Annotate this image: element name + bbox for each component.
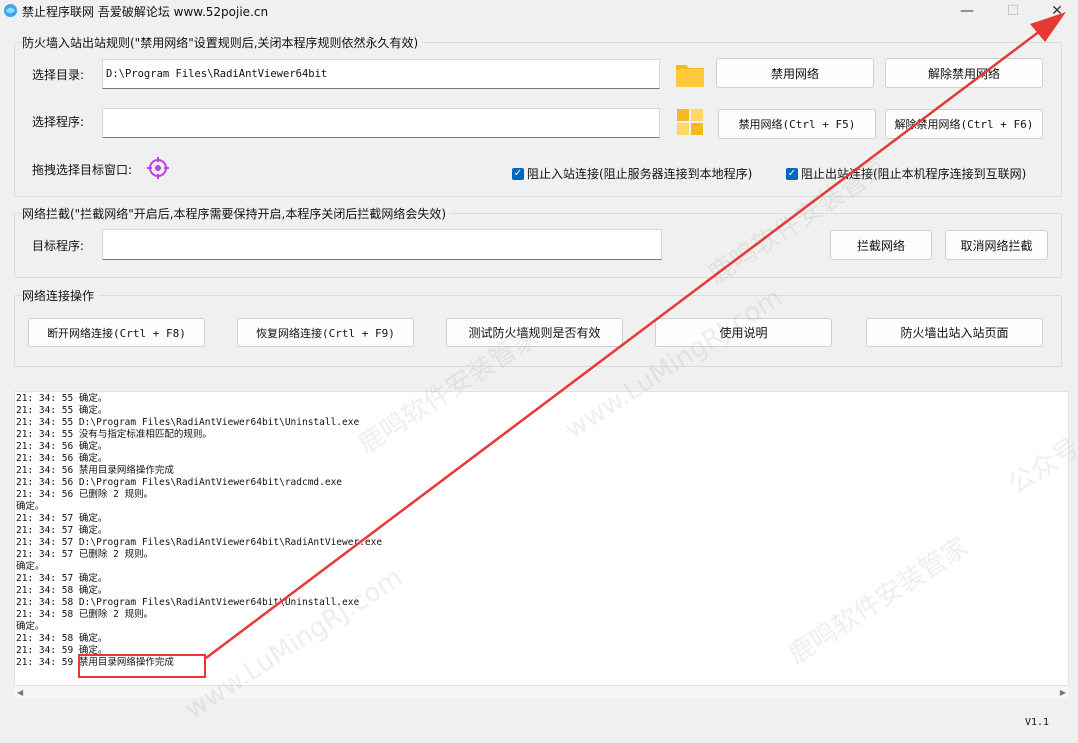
log-line: 21: 34: 58 确定。 <box>16 585 108 596</box>
block-outbound-checkbox[interactable]: ✓ 阻止出站连接(阻止本机程序连接到互联网) <box>786 165 1026 182</box>
checkbox-checked-icon: ✓ <box>786 167 798 180</box>
enable-network-hotkey-label: 解除禁用网络(Ctrl + F6) <box>894 118 1034 131</box>
app-icon <box>3 3 18 18</box>
help-button[interactable]: 使用说明 <box>655 318 832 347</box>
log-line: 21: 34: 56 确定。 <box>16 441 108 452</box>
directory-input[interactable]: D:\Program Files\RadiAntViewer64bit <box>102 59 660 89</box>
disconnect-network-button[interactable]: 断开网络连接(Crtl + F8) <box>28 318 205 347</box>
close-button[interactable]: ✕ <box>1034 0 1078 22</box>
horizontal-scrollbar[interactable]: ◀ ▶ <box>14 686 1069 698</box>
program-grid-icon[interactable] <box>676 108 704 136</box>
log-line: 21: 34: 56 禁用目录网络操作完成 <box>16 465 174 476</box>
disable-network-button[interactable]: 禁用网络 <box>716 58 874 88</box>
program-input[interactable] <box>102 108 660 138</box>
log-line: 21: 34: 58 已删除 2 规则。 <box>16 609 154 620</box>
enable-network-button[interactable]: 解除禁用网络 <box>885 58 1043 88</box>
directory-label: 选择目录: <box>32 68 85 82</box>
log-line: 21: 34: 56 D:\Program Files\RadiAntViewe… <box>16 477 343 488</box>
log-line: 确定。 <box>16 501 45 512</box>
log-line: 确定。 <box>16 561 45 572</box>
restore-network-button[interactable]: 恢复网络连接(Crtl + F9) <box>237 318 414 347</box>
scroll-left-icon[interactable]: ◀ <box>17 688 23 697</box>
log-line: 21: 34: 57 确定。 <box>16 525 108 536</box>
firewall-group-title: 防火墙入站出站规则("禁用网络"设置规则后,关闭本程序规则依然永久有效) <box>22 34 423 51</box>
window-title: 禁止程序联网 吾爱破解论坛 www.52pojie.cn <box>22 5 269 19</box>
checkbox-checked-icon: ✓ <box>512 167 524 180</box>
log-line: 21: 34: 57 D:\Program Files\RadiAntViewe… <box>16 537 383 548</box>
block-inbound-checkbox[interactable]: ✓ 阻止入站连接(阻止服务器连接到本地程序) <box>512 165 752 182</box>
enable-network-hotkey-button[interactable]: 解除禁用网络(Ctrl + F6) <box>885 109 1043 139</box>
block-inbound-label: 阻止入站连接(阻止服务器连接到本地程序) <box>527 167 753 181</box>
drag-target-label: 拖拽选择目标窗口: <box>32 163 133 177</box>
target-program-label: 目标程序: <box>32 239 85 253</box>
folder-icon[interactable] <box>675 60 705 88</box>
log-line: 确定。 <box>16 621 45 632</box>
log-line: 21: 34: 58 D:\Program Files\RadiAntViewe… <box>16 597 360 608</box>
log-line: 21: 34: 58 确定。 <box>16 633 108 644</box>
minimize-button[interactable]: — <box>944 0 990 22</box>
title-bar: 禁止程序联网 吾爱破解论坛 www.52pojie.cn — ☐ ✕ <box>0 0 1078 22</box>
version-label: V1.1 <box>1025 717 1050 728</box>
disable-network-hotkey-label: 禁用网络(Ctrl + F5) <box>738 118 856 131</box>
log-line: 21: 34: 57 确定。 <box>16 573 108 584</box>
highlight-box <box>78 654 206 678</box>
log-line: 21: 34: 57 确定。 <box>16 513 108 524</box>
log-line: 21: 34: 57 已删除 2 规则。 <box>16 549 154 560</box>
log-output[interactable]: 21: 34: 55 确定。 21: 34: 55 确定。 21: 34: 55 D… <box>14 391 1069 686</box>
log-line: 21: 34: 55 D:\Program Files\RadiAntViewe… <box>16 417 360 428</box>
test-firewall-button[interactable]: 测试防火墙规则是否有效 <box>446 318 623 347</box>
restore-network-label: 恢复网络连接(Crtl + F9) <box>256 326 395 340</box>
intercept-network-button[interactable]: 拦截网络 <box>830 230 932 260</box>
log-line: 21: 34: 55 确定。 <box>16 405 108 416</box>
scroll-right-icon[interactable]: ▶ <box>1060 688 1066 697</box>
disable-network-hotkey-button[interactable]: 禁用网络(Ctrl + F5) <box>718 109 876 139</box>
disconnect-network-label: 断开网络连接(Crtl + F8) <box>47 326 186 340</box>
netops-group-title: 网络连接操作 <box>22 287 99 304</box>
log-line: 21: 34: 55 确定。 <box>16 393 108 404</box>
log-line: 21: 34: 56 已删除 2 规则。 <box>16 489 154 500</box>
block-outbound-label: 阻止出站连接(阻止本机程序连接到互联网) <box>801 167 1027 181</box>
cancel-intercept-button[interactable]: 取消网络拦截 <box>945 230 1048 260</box>
target-program-input[interactable] <box>102 229 662 260</box>
crosshair-icon[interactable] <box>146 156 170 180</box>
log-lines: 21: 34: 55 确定。 21: 34: 55 确定。 21: 34: 55 D… <box>16 393 382 669</box>
log-line: 21: 34: 55 没有与指定标准相匹配的规则。 <box>16 429 212 440</box>
program-label: 选择程序: <box>32 115 85 129</box>
firewall-page-button[interactable]: 防火墙出站入站页面 <box>866 318 1043 347</box>
maximize-button[interactable]: ☐ <box>990 0 1036 22</box>
log-line: 21: 34: 56 确定。 <box>16 453 108 464</box>
intercept-group-title: 网络拦截("拦截网络"开启后,本程序需要保持开启,本程序关闭后拦截网络会失效) <box>22 205 451 222</box>
